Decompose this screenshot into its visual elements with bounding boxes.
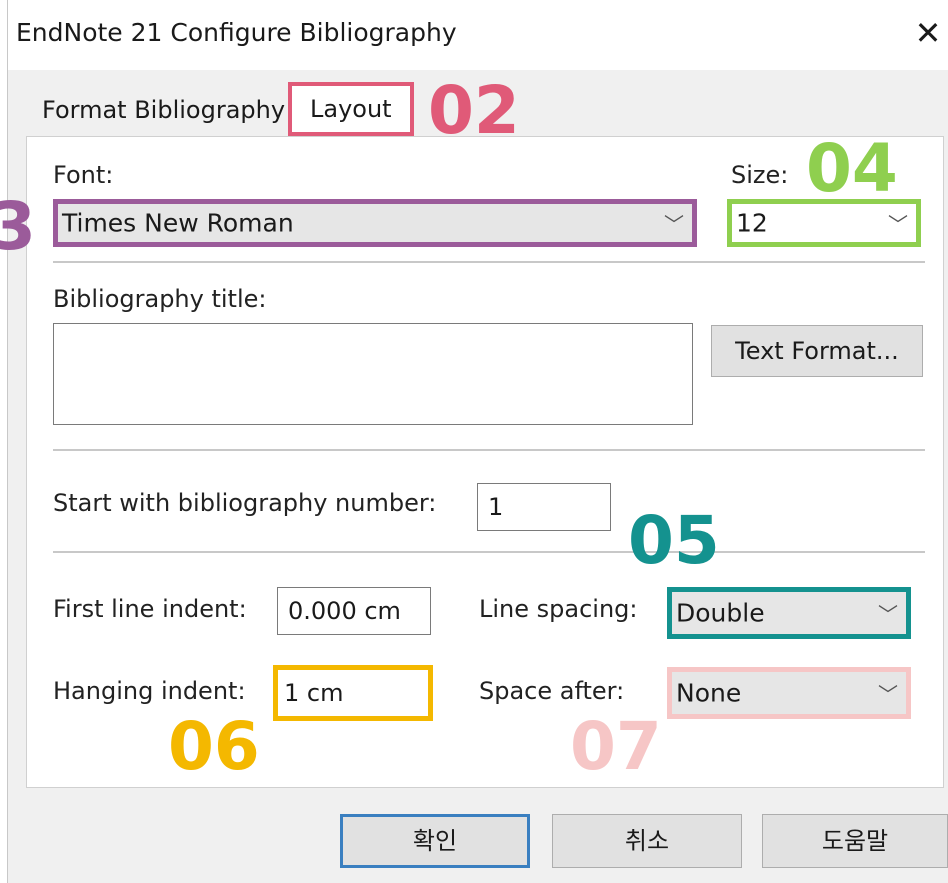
- cancel-button[interactable]: 취소: [552, 814, 742, 868]
- size-label: Size:: [731, 161, 789, 189]
- hanging-indent-input[interactable]: 1 cm: [273, 665, 433, 721]
- tab-layout[interactable]: Layout: [288, 82, 414, 136]
- line-spacing-label: Line spacing:: [479, 595, 638, 623]
- start-number-label: Start with bibliography number:: [53, 489, 437, 517]
- separator: [53, 449, 925, 451]
- annotation-04: 04: [806, 130, 898, 207]
- close-icon[interactable]: ✕: [908, 8, 948, 58]
- bibliography-title-input[interactable]: [53, 323, 693, 425]
- background-window-edge: [0, 0, 8, 883]
- annotation-03: 3: [0, 188, 36, 265]
- bibliography-title-label: Bibliography title:: [53, 285, 267, 313]
- size-value: 12: [736, 208, 768, 238]
- start-number-input[interactable]: 1: [477, 483, 611, 531]
- font-label: Font:: [53, 161, 114, 189]
- configure-bibliography-dialog: EndNote 21 Configure Bibliography ✕ Form…: [0, 0, 948, 883]
- text-format-button[interactable]: Text Format...: [711, 325, 923, 377]
- line-spacing-select[interactable]: Double ﹀: [667, 587, 911, 639]
- chevron-down-icon: ﹀: [878, 602, 898, 627]
- annotation-05: 05: [628, 502, 720, 579]
- font-value: Times New Roman: [62, 208, 294, 238]
- chevron-down-icon: ﹀: [664, 212, 684, 237]
- annotation-02: 02: [428, 72, 520, 149]
- space-after-label: Space after:: [479, 677, 625, 705]
- title-bar: EndNote 21 Configure Bibliography ✕: [8, 0, 948, 70]
- hanging-indent-label: Hanging indent:: [53, 677, 246, 705]
- help-button[interactable]: 도움말: [762, 814, 948, 868]
- chevron-down-icon: ﹀: [878, 682, 898, 707]
- first-line-indent-label: First line indent:: [53, 595, 247, 623]
- chevron-down-icon: ﹀: [888, 212, 908, 237]
- annotation-06: 06: [168, 708, 260, 785]
- ok-button[interactable]: 확인: [340, 814, 530, 868]
- space-after-select[interactable]: None ﹀: [667, 667, 911, 719]
- annotation-07: 07: [570, 708, 662, 785]
- separator: [53, 261, 925, 263]
- font-select[interactable]: Times New Roman ﹀: [53, 199, 697, 247]
- separator: [53, 551, 925, 553]
- tab-format-bibliography[interactable]: Format Bibliography: [34, 88, 293, 134]
- layout-panel: Font: Times New Roman ﹀ Size: 12 ﹀ Bibli…: [26, 136, 944, 788]
- window-title: EndNote 21 Configure Bibliography: [16, 18, 457, 47]
- first-line-indent-input[interactable]: 0.000 cm: [277, 587, 431, 635]
